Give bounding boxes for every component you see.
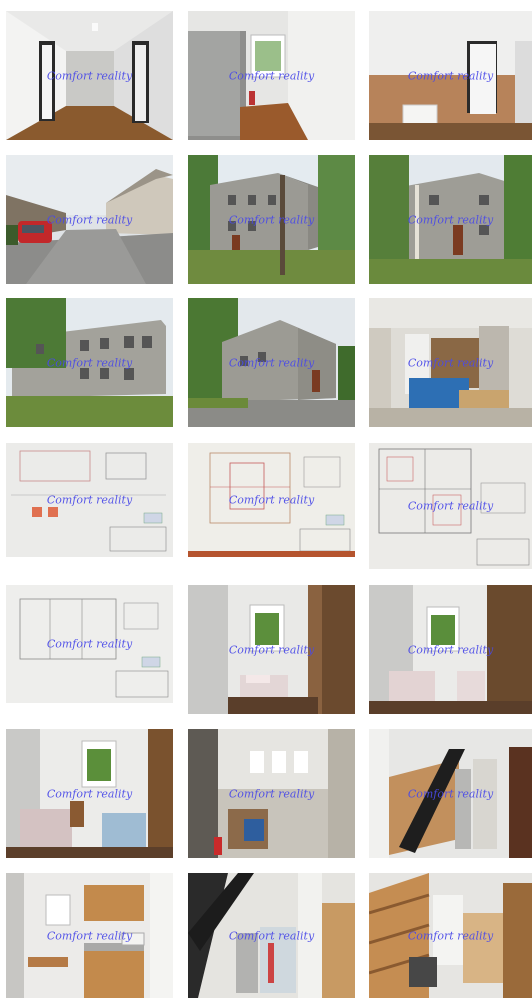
photo-bedroom[interactable]: Comfort reality	[188, 585, 355, 714]
watermark: Comfort reality	[228, 643, 315, 656]
watermark: Comfort reality	[228, 356, 315, 369]
photo-building-side[interactable]: Comfort reality	[188, 298, 355, 427]
watermark: Comfort reality	[407, 499, 494, 513]
photo-street-view[interactable]: Comfort reality	[6, 155, 173, 284]
photo-hallway-window[interactable]: Comfort reality	[188, 11, 355, 140]
photo-floor-plan[interactable]: Comfort reality	[6, 443, 173, 557]
photo-floor-plan[interactable]: Comfort reality	[6, 585, 173, 703]
watermark: Comfort reality	[46, 356, 133, 369]
watermark: Comfort reality	[46, 69, 133, 82]
photo-corridor[interactable]: Comfort reality	[6, 11, 173, 140]
watermark: Comfort reality	[407, 929, 494, 942]
watermark: Comfort reality	[407, 213, 494, 226]
watermark: Comfort reality	[407, 356, 494, 369]
watermark: Comfort reality	[228, 213, 315, 226]
photo-floor-plan[interactable]: Comfort reality	[188, 443, 355, 557]
watermark: Comfort reality	[46, 213, 133, 226]
watermark: Comfort reality	[228, 929, 315, 942]
photo-entrance-hall[interactable]: Comfort reality	[369, 11, 532, 140]
watermark: Comfort reality	[46, 929, 133, 942]
photo-storage-room[interactable]: Comfort reality	[369, 298, 532, 427]
watermark: Comfort reality	[46, 787, 133, 800]
photo-bedroom[interactable]: Comfort reality	[6, 729, 173, 858]
photo-building-exterior-trees[interactable]: Comfort reality	[188, 155, 355, 284]
photo-floor-plan[interactable]: Comfort reality	[369, 443, 532, 569]
photo-kitchenette[interactable]: Comfort reality	[6, 873, 173, 998]
photo-building-front[interactable]: Comfort reality	[6, 298, 173, 427]
watermark: Comfort reality	[228, 787, 315, 800]
photo-stair-hall[interactable]: Comfort reality	[369, 873, 532, 998]
watermark: Comfort reality	[228, 493, 315, 507]
watermark: Comfort reality	[46, 637, 133, 651]
photo-boiler-room[interactable]: Comfort reality	[188, 873, 355, 998]
photo-bedroom[interactable]: Comfort reality	[369, 585, 532, 714]
watermark: Comfort reality	[407, 787, 494, 800]
watermark: Comfort reality	[407, 69, 494, 82]
watermark: Comfort reality	[46, 493, 133, 507]
photo-building-exterior-birch[interactable]: Comfort reality	[369, 155, 532, 284]
photo-renovation-room[interactable]: Comfort reality	[188, 729, 355, 858]
watermark: Comfort reality	[407, 643, 494, 656]
photo-staircase[interactable]: Comfort reality	[369, 729, 532, 858]
watermark: Comfort reality	[228, 69, 315, 82]
